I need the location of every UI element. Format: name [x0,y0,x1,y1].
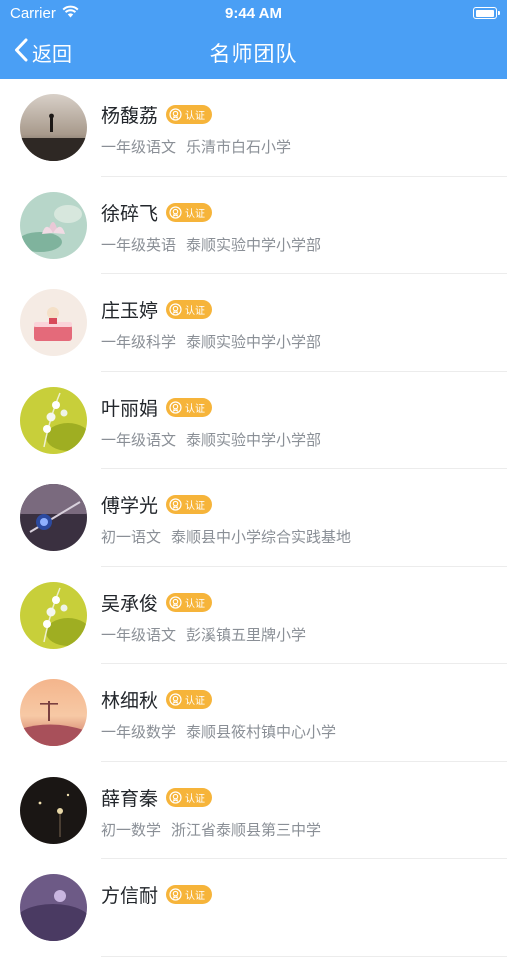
certified-icon [169,108,182,121]
teacher-info: 初一语文 泰顺县中小学综合实践基地 [101,526,351,547]
teacher-name: 吴承俊 [101,592,159,615]
teacher-name: 林细秋 [101,690,159,712]
teacher-info: 一年级数学 泰顺县筱村镇中心小学 [101,721,336,742]
teacher-name: 薛育秦 [101,787,159,810]
verified-label: 认证 [185,403,206,415]
teacher-school: 乐清市白石小学 [186,138,292,156]
teacher-school: 泰顺县中小学综合实践基地 [171,528,352,546]
teacher-school: 彭溪镇五里牌小学 [186,625,307,644]
avatar-firefly-dark [20,776,87,844]
teacher-row[interactable]: 叶丽娟 认证 一年级语文 泰顺实验中学小学部 [0,372,507,469]
teacher-grade-subject: 一年级语文 [101,625,177,644]
teacher-name: 方信耐 [101,885,159,907]
teacher-row[interactable]: 杨馥荔 认证 一年级语文 乐清市白石小学 [0,79,507,177]
teacher-list: 杨馥荔 认证 一年级语文 乐清市白石小学 徐碎飞 认证 一年级英语 泰顺实验中学小学… [0,79,507,957]
verified-label: 认证 [185,696,206,707]
teacher-grade-subject: 一年级语文 [101,430,177,449]
verified-badge: 认证 [166,592,213,612]
teacher-school: 泰顺实验中学小学部 [186,333,322,351]
teacher-row[interactable]: 庄玉婷 认证 一年级科学 泰顺实验中学小学部 [0,274,507,372]
teacher-school: 浙江省泰顺县第三中学 [171,820,322,839]
avatar-sunset-figure [20,94,87,161]
teacher-row[interactable]: 林细秋 认证 一年级数学 泰顺县筱村镇中心小学 [0,664,507,762]
teacher-grade-subject: 一年级数学 [101,723,177,741]
avatar-purple-dusk [20,874,87,941]
verified-badge: 认证 [166,105,213,124]
certified-icon [169,498,182,511]
certified-icon [169,888,182,901]
teacher-name: 徐碎飞 [101,202,159,225]
verified-badge: 认证 [166,495,213,514]
teacher-row[interactable]: 徐碎飞 认证 一年级英语 泰顺实验中学小学部 [0,177,507,274]
verified-badge: 认证 [166,202,213,222]
teacher-info [101,916,111,934]
avatar-lily-of-valley [20,386,87,454]
teacher-grade-subject: 一年级语文 [101,138,177,156]
status-bar: Carrier 9:44 AM [0,0,507,28]
page-title: 名师团队 [209,42,298,66]
navigation-bar: 返回 名师团队 [0,28,507,79]
avatar-lotus-flower [20,191,87,259]
teacher-info: 初一数学 浙江省泰顺县第三中学 [101,819,321,840]
teacher-grade-subject: 初一数学 [101,820,162,839]
verified-label: 认证 [185,208,206,220]
teacher-row[interactable]: 傅学光 认证 初一语文 泰顺县中小学综合实践基地 [0,469,507,567]
avatar-lily-of-valley [20,581,87,649]
teacher-grade-subject: 初一语文 [101,528,162,546]
teacher-grade-subject: 一年级科学 [101,333,177,351]
avatar-sunset-field [20,679,87,746]
teacher-info: 一年级英语 泰顺实验中学小学部 [101,234,321,255]
avatar-cake-figurine [20,289,87,356]
verified-badge: 认证 [166,885,213,904]
teacher-info: 一年级语文 泰顺实验中学小学部 [101,429,321,450]
certified-icon [169,595,182,609]
teacher-info: 一年级科学 泰顺实验中学小学部 [101,331,321,352]
teacher-grade-subject: 一年级英语 [101,235,177,254]
verified-badge: 认证 [166,397,213,417]
certified-icon [169,693,182,706]
teacher-row[interactable]: 吴承俊 认证 一年级语文 彭溪镇五里牌小学 [0,567,507,664]
teacher-name: 杨馥荔 [101,105,159,127]
teacher-school: 泰顺实验中学小学部 [186,430,322,449]
verified-badge: 认证 [166,300,213,319]
verified-label: 认证 [185,501,206,512]
verified-badge: 认证 [166,787,213,807]
top-bar: Carrier 9:44 AM 返回 名师团队 [0,0,507,79]
certified-icon [169,790,182,804]
teacher-info: 一年级语文 彭溪镇五里牌小学 [101,624,306,645]
teacher-info: 一年级语文 乐清市白石小学 [101,136,291,157]
teacher-name: 庄玉婷 [101,300,159,322]
avatar-jewel-dark [20,484,87,551]
certified-icon [169,303,182,316]
certified-icon [169,205,182,219]
teacher-school: 泰顺县筱村镇中心小学 [186,723,337,741]
verified-label: 认证 [185,111,206,122]
verified-badge: 认证 [166,690,213,709]
teacher-name: 傅学光 [101,495,159,517]
verified-label: 认证 [185,598,206,610]
row-divider [101,955,507,957]
teacher-row[interactable]: 方信耐 认证 [0,859,507,957]
verified-label: 认证 [185,793,206,805]
status-time: 9:44 AM [225,5,282,22]
battery-icon [473,7,500,19]
certified-icon [169,400,182,414]
teacher-school: 泰顺实验中学小学部 [186,235,322,254]
teacher-row[interactable]: 薛育秦 认证 初一数学 浙江省泰顺县第三中学 [0,762,507,859]
teacher-name: 叶丽娟 [101,397,159,420]
verified-label: 认证 [185,306,206,317]
